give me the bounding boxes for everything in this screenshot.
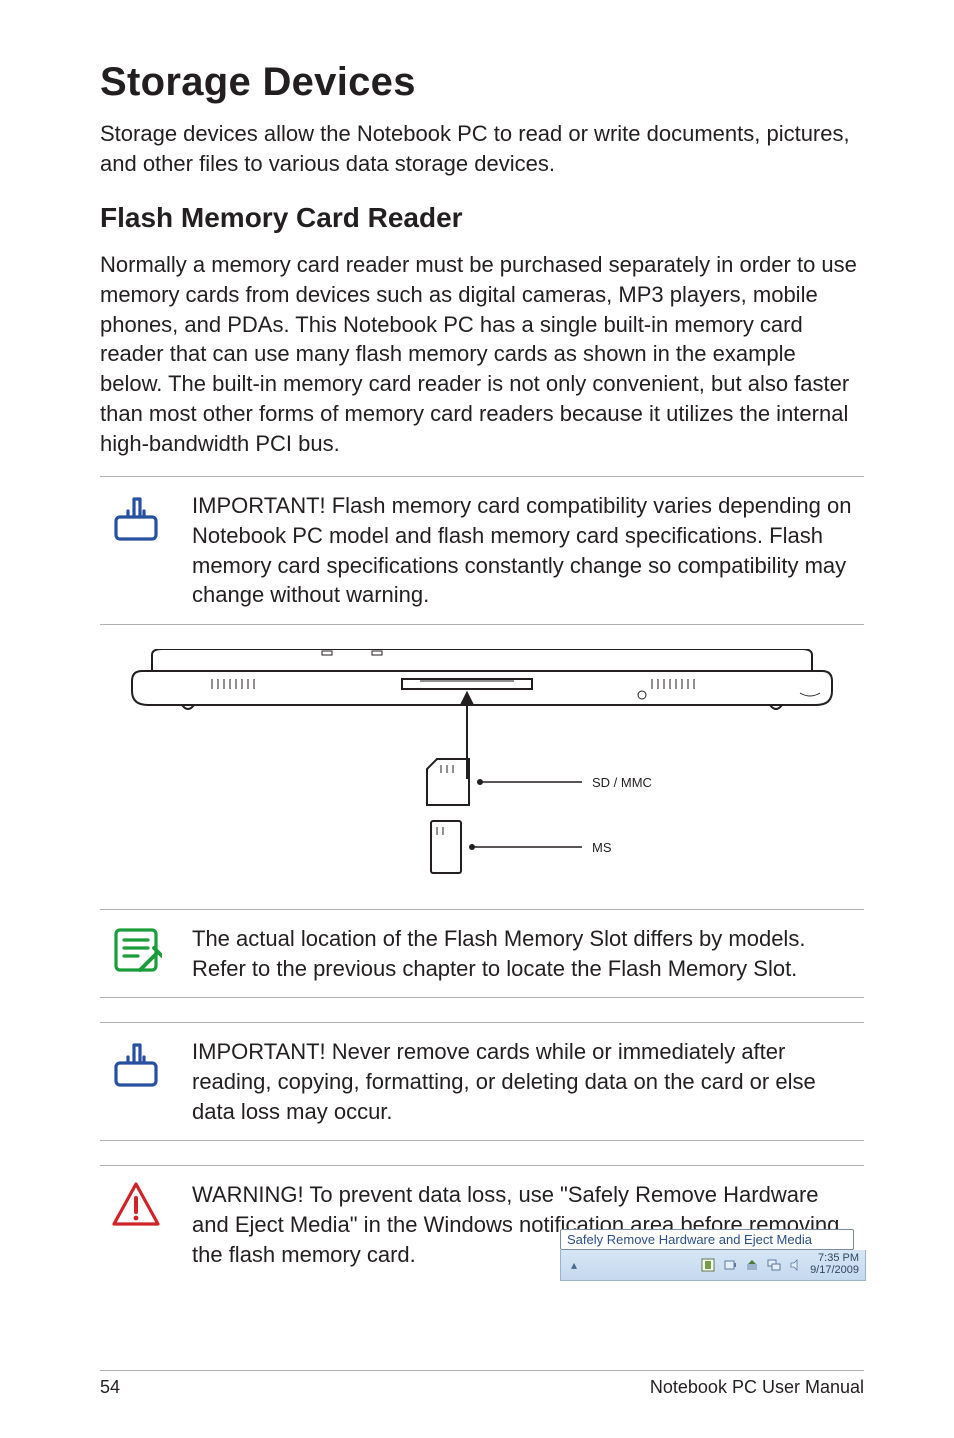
hand-icon [110,1037,162,1089]
page-heading: Storage Devices [100,60,864,105]
hand-icon [110,491,162,543]
power-icon [722,1257,738,1273]
subheading: Flash Memory Card Reader [100,202,864,234]
system-tray-screenshot: Safely Remove Hardware and Eject Media ▴… [560,1229,866,1291]
tray-date: 9/17/2009 [810,1265,859,1277]
important-callout-compatibility: IMPORTANT! Flash memory card compatibili… [100,476,864,625]
page-footer: 54 Notebook PC User Manual [100,1370,864,1398]
note-callout-location: The actual location of the Flash Memory … [100,909,864,998]
callout-text: The actual location of the Flash Memory … [192,926,805,981]
important-callout-remove: IMPORTANT! Never remove cards while or i… [100,1022,864,1141]
callout-text: IMPORTANT! Flash memory card compatibili… [192,493,851,607]
volume-icon [788,1257,804,1273]
ms-label: MS [592,840,612,855]
intro-paragraph: Storage devices allow the Notebook PC to… [100,119,864,178]
windows-system-tray: ▴ 7:35 PM 9/17/2009 [560,1250,866,1281]
note-icon [110,924,162,976]
action-center-icon [700,1257,716,1273]
warning-icon [110,1180,162,1232]
manual-title: Notebook PC User Manual [650,1377,864,1398]
callout-text: IMPORTANT! Never remove cards while or i… [192,1039,816,1123]
tray-overflow-icon: ▴ [567,1258,581,1272]
eject-media-icon [744,1257,760,1273]
network-icon [766,1257,782,1273]
tooltip-safely-remove: Safely Remove Hardware and Eject Media [560,1229,854,1250]
laptop-card-slot-figure: SD / MMC MS [100,649,864,879]
body-paragraph: Normally a memory card reader must be pu… [100,250,864,458]
sd-mmc-label: SD / MMC [592,775,652,790]
page-number: 54 [100,1377,120,1398]
